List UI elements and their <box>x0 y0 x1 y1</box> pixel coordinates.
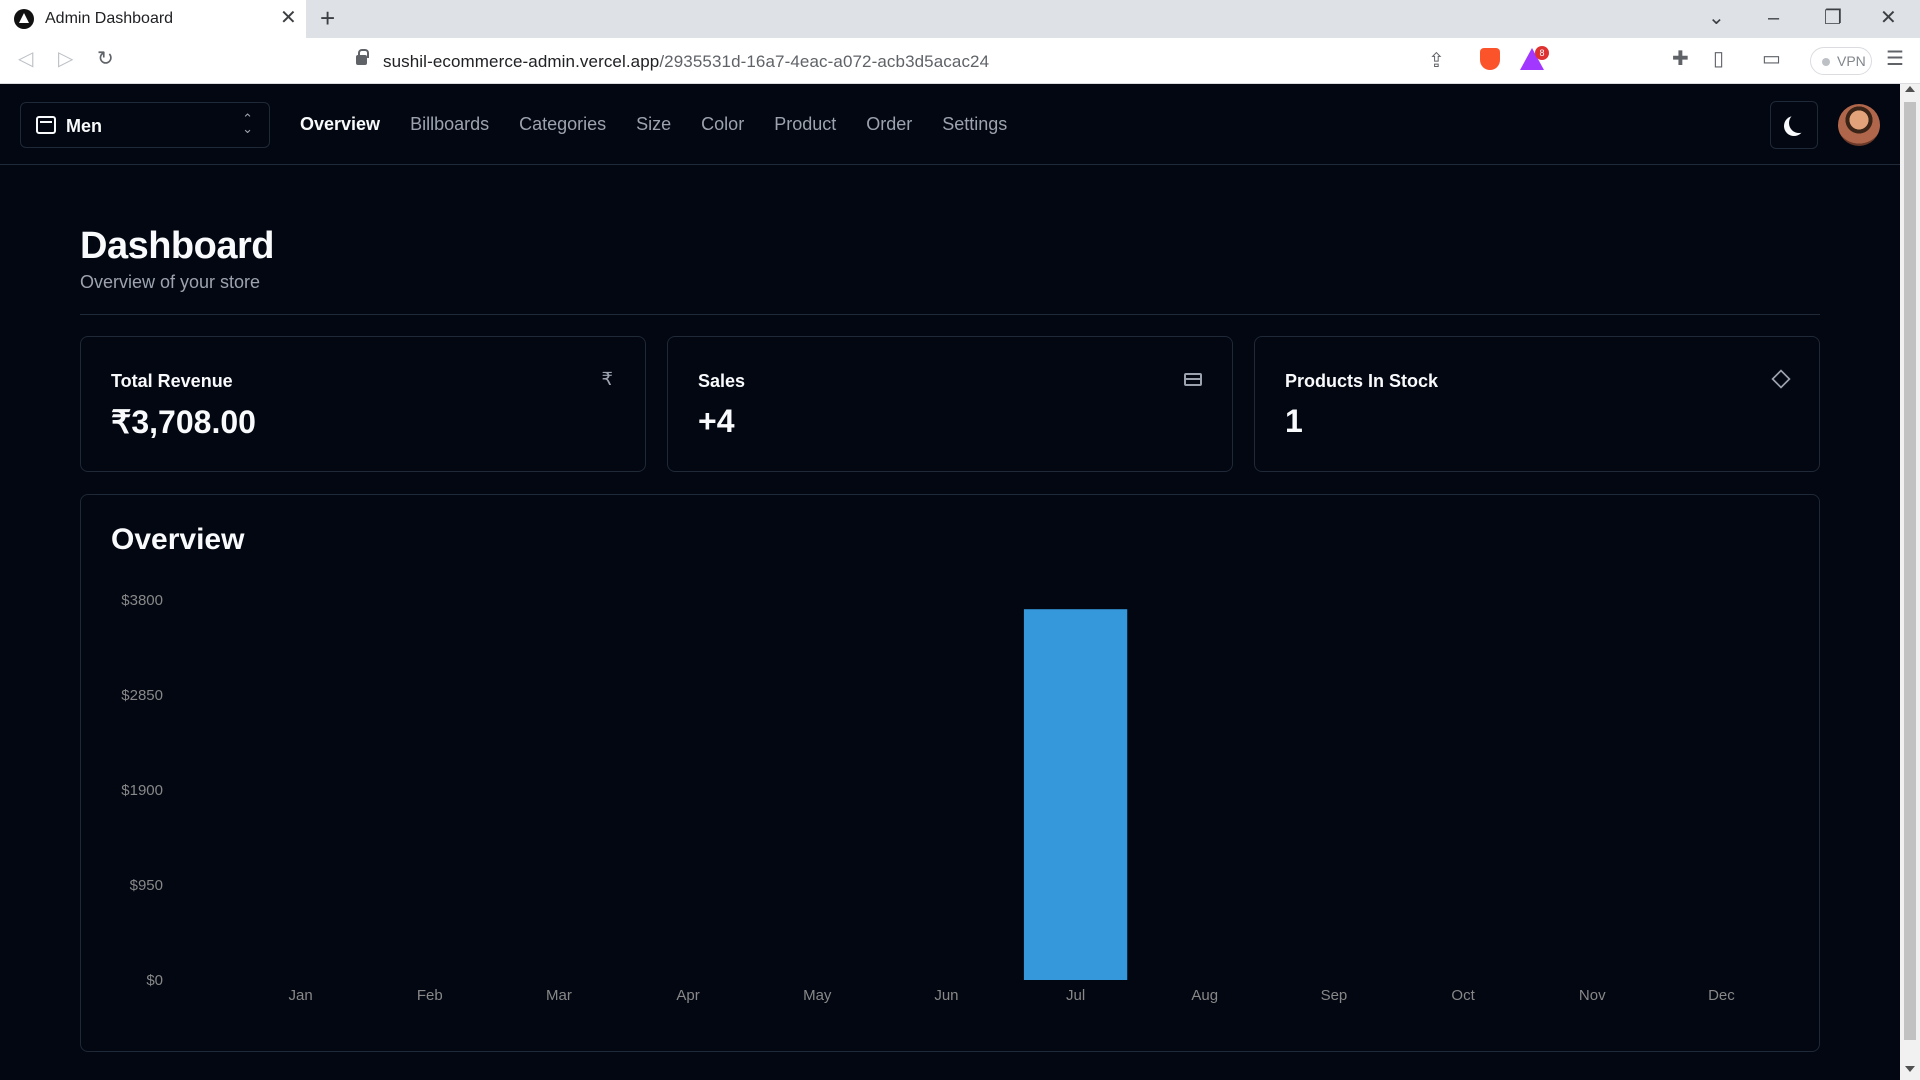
close-tab-icon[interactable]: ✕ <box>280 8 297 28</box>
scroll-down-arrow-icon[interactable] <box>1905 1066 1915 1072</box>
url-host: sushil-ecommerce-admin.vercel.app <box>383 52 660 71</box>
vercel-favicon-icon <box>14 9 34 29</box>
chevrons-up-down-icon: ⌃ ⌄ <box>242 111 253 136</box>
scroll-thumb[interactable] <box>1904 102 1916 1040</box>
share-icon[interactable]: ⇪ <box>1428 49 1445 73</box>
url-path: /2935531d-16a7-4eac-a072-acb3d5acac24 <box>659 52 990 71</box>
x-tick-label: Sep <box>1321 987 1348 1004</box>
y-tick-label: $0 <box>146 972 163 989</box>
x-tick-label: Mar <box>546 987 572 1004</box>
page-subtitle: Overview of your store <box>80 272 261 292</box>
moon-icon <box>1789 113 1809 133</box>
nav-link-settings[interactable]: Settings <box>942 114 1007 135</box>
reload-icon[interactable]: ↻ <box>97 47 114 71</box>
card-label: Sales <box>698 371 746 391</box>
bar-jul <box>1023 609 1128 980</box>
page-scrollbar[interactable] <box>1900 84 1920 1080</box>
divider <box>80 314 1820 315</box>
x-tick-label: Dec <box>1708 987 1735 1004</box>
y-tick-label: $2850 <box>121 687 163 704</box>
sidebar-icon[interactable]: ▯ <box>1713 47 1724 71</box>
store-switcher[interactable]: Men ⌃ ⌄ <box>20 102 270 148</box>
user-avatar[interactable] <box>1838 104 1880 146</box>
card-label: Products In Stock <box>1285 371 1439 391</box>
window-close-icon[interactable]: ✕ <box>1880 6 1897 30</box>
app-viewport: Men ⌃ ⌄ Overview Billboards Categories Size C… <box>0 84 1900 1080</box>
vpn-button[interactable]: VPN <box>1810 47 1872 75</box>
scroll-up-arrow-icon[interactable] <box>1905 86 1915 92</box>
x-tick-label: Jun <box>934 987 958 1004</box>
card-value: ₹3,708.00 <box>111 404 256 440</box>
x-tick-label: Apr <box>676 987 699 1004</box>
nav-link-size[interactable]: Size <box>636 114 671 135</box>
x-tick-label: Oct <box>1451 987 1475 1004</box>
browser-toolbar: ◁ ▷ ↻ 🔖︎ sushil-ecommerce-admin.vercel.a… <box>0 38 1920 84</box>
card-sales: Sales +4 <box>667 336 1233 472</box>
minimize-icon[interactable]: – <box>1768 6 1779 30</box>
card-value: +4 <box>698 403 735 439</box>
rewards-badge: 8 <box>1535 46 1549 60</box>
top-navigation: Men ⌃ ⌄ Overview Billboards Categories Size C… <box>0 84 1900 165</box>
overview-bar-chart: $0 $950 $1900 $2850 $3800 Jan Feb Mar Apr May Jun J… <box>121 592 1735 1004</box>
main-nav: Overview Billboards Categories Size Color Pro… <box>300 114 1007 135</box>
tab-title: Admin Dashboard <box>45 10 174 27</box>
x-tick-label: Aug <box>1191 987 1218 1004</box>
x-tick-label: Jan <box>288 987 312 1004</box>
y-tick-label: $3800 <box>121 592 163 609</box>
x-tick-label: Jul <box>1066 987 1085 1004</box>
card-total-revenue: Total Revenue ₹ ₹3,708.00 <box>80 336 646 472</box>
menu-icon[interactable]: ☰ <box>1886 47 1904 71</box>
nav-link-color[interactable]: Color <box>701 114 744 135</box>
lock-icon <box>356 49 369 65</box>
y-tick-label: $1900 <box>121 782 163 799</box>
browser-tab[interactable]: Admin Dashboard ✕ <box>0 0 306 38</box>
nav-link-order[interactable]: Order <box>866 114 912 135</box>
nav-link-product[interactable]: Product <box>774 114 836 135</box>
wallet-icon[interactable]: ▭ <box>1762 47 1781 71</box>
nav-link-billboards[interactable]: Billboards <box>410 114 489 135</box>
overview-panel: Overview $0 $950 $1900 $2850 $3800 Jan Feb Mar A… <box>80 494 1820 1052</box>
page-title: Dashboard <box>80 225 274 267</box>
browser-tab-bar: Admin Dashboard ✕ + ⌄ – ❐ ✕ <box>0 0 1920 38</box>
address-bar[interactable]: sushil-ecommerce-admin.vercel.app/293553… <box>296 43 1558 79</box>
x-tick-label: Feb <box>417 987 443 1004</box>
package-icon <box>1771 369 1791 389</box>
restore-icon[interactable]: ❐ <box>1824 6 1842 30</box>
y-tick-label: $950 <box>130 877 163 894</box>
tab-search-chevron-icon[interactable]: ⌄ <box>1708 6 1725 30</box>
store-name: Men <box>66 116 102 136</box>
back-icon[interactable]: ◁ <box>18 47 33 71</box>
extensions-icon[interactable]: ✚ <box>1672 47 1689 71</box>
rupee-icon: ₹ <box>601 369 613 389</box>
brave-shields-icon[interactable] <box>1480 48 1500 70</box>
nav-link-categories[interactable]: Categories <box>519 114 606 135</box>
new-tab-icon[interactable]: + <box>320 5 335 31</box>
card-label: Total Revenue <box>111 371 233 391</box>
url-text[interactable]: sushil-ecommerce-admin.vercel.app/293553… <box>383 52 989 72</box>
credit-card-icon <box>1184 373 1202 386</box>
x-tick-label: Nov <box>1579 987 1606 1004</box>
nav-link-overview[interactable]: Overview <box>300 114 380 135</box>
theme-toggle-button[interactable] <box>1770 101 1818 149</box>
store-icon <box>36 116 56 134</box>
forward-icon[interactable]: ▷ <box>58 47 73 71</box>
card-value: 1 <box>1285 403 1303 439</box>
card-products-in-stock: Products In Stock 1 <box>1254 336 1820 472</box>
x-tick-label: May <box>803 987 832 1004</box>
